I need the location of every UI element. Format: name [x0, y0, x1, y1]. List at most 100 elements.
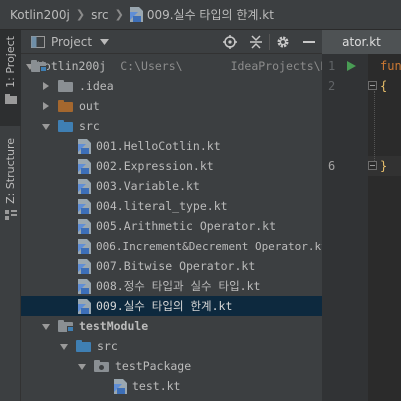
tree-module-label: testModule — [79, 319, 149, 333]
expanded-arrow-icon[interactable] — [41, 321, 51, 331]
fold-marker-icon[interactable] — [368, 81, 377, 90]
tree-file-label: test.kt — [132, 379, 181, 393]
kotlin-file-icon — [78, 158, 91, 174]
package-icon — [94, 360, 109, 372]
kotlin-file-icon — [129, 7, 143, 22]
breadcrumb-separator-icon: ❯ — [75, 8, 86, 21]
line-number-label: 6 — [328, 159, 336, 173]
hide-icon — [303, 41, 315, 43]
line-number: 2 — [322, 76, 368, 96]
breadcrumb-item-file[interactable]: 009.실수 타입의 한계.kt — [129, 6, 274, 23]
structure-icon — [4, 209, 17, 220]
editor-tab-label: ator.kt — [342, 35, 381, 49]
tab-structure-label: Z: Structure — [4, 138, 17, 204]
tree-root-label: Kotlin200j — [37, 59, 107, 73]
module-folder-icon — [58, 320, 74, 332]
collapsed-arrow-icon[interactable] — [41, 101, 51, 111]
tree-file-label: 001.HelloCotlin.kt — [96, 139, 221, 153]
tree-out-label: out — [79, 99, 100, 113]
expanded-arrow-icon[interactable] — [41, 121, 51, 131]
settings-button[interactable] — [270, 30, 296, 54]
breadcrumb-file-label: 009.실수 타입의 한계.kt — [146, 8, 274, 22]
tree-src-label: src — [79, 119, 100, 133]
tree-file-label: 002.Expression.kt — [96, 159, 214, 173]
project-view-selector[interactable]: Project — [31, 34, 110, 49]
collapse-icon — [250, 35, 262, 49]
tree-node-testmodule[interactable]: testModule — [21, 316, 322, 336]
tree-file-row[interactable]: 007.Bitwise Operator.kt — [21, 256, 322, 276]
gear-icon — [277, 36, 289, 48]
tree-node-module-src[interactable]: src — [21, 336, 322, 356]
project-panel-icon — [31, 35, 45, 48]
tree-file-row[interactable]: 008.정수 타입과 실수 타입.kt — [21, 276, 322, 296]
tree-file-row[interactable]: test.kt — [21, 376, 322, 396]
kotlin-file-icon — [78, 278, 91, 294]
editor-tab-active[interactable]: ator.kt — [322, 30, 401, 54]
tree-idea-label: .idea — [79, 79, 114, 93]
project-panel-title: Project — [51, 34, 93, 49]
breadcrumb-item-project[interactable]: Kotlin200j — [10, 8, 70, 22]
tree-file-label: 003.Variable.kt — [96, 179, 200, 193]
project-tree: Kotlin200j C:\Users\ IdeaProjects\Kot .i… — [21, 54, 322, 401]
collapsed-arrow-icon[interactable] — [41, 81, 51, 91]
chevron-down-icon — [100, 38, 110, 45]
tab-structure[interactable]: Z: Structure — [0, 134, 21, 244]
indent-guide — [374, 91, 375, 161]
kotlin-file-icon — [78, 138, 91, 154]
tree-file-row[interactable]: 005.Arithmetic Operator.kt — [21, 216, 322, 236]
tree-node-out[interactable]: out — [21, 96, 322, 116]
fold-marker-icon[interactable] — [368, 161, 377, 170]
kotlin-file-icon — [78, 298, 91, 314]
tree-file-row[interactable]: 001.HelloCotlin.kt — [21, 136, 322, 156]
tree-file-row[interactable]: 003.Variable.kt — [21, 176, 322, 196]
editor-gutter: 1 2 6 — [322, 54, 368, 401]
line-number-label: 2 — [328, 79, 336, 93]
tree-file-label: 007.Bitwise Operator.kt — [96, 259, 256, 273]
folder-icon — [58, 80, 73, 92]
folder-icon — [4, 93, 17, 104]
tree-file-label: 005.Arithmetic Operator.kt — [96, 219, 277, 233]
line-number: 6 — [322, 156, 368, 176]
kotlin-file-icon — [78, 178, 91, 194]
tool-window-strip: 1: Project Z: Structure — [0, 30, 21, 401]
project-panel-header: Project — [21, 30, 322, 54]
hide-panel-button[interactable] — [296, 30, 322, 54]
code-line: fun — [380, 59, 401, 73]
tree-node-package[interactable]: testPackage — [21, 356, 322, 376]
source-folder-icon — [76, 340, 91, 352]
locate-button[interactable] — [217, 30, 243, 54]
kotlin-file-icon — [78, 218, 91, 234]
source-folder-icon — [58, 120, 73, 132]
tab-project-label: 1: Project — [4, 36, 17, 88]
line-number: 1 — [322, 56, 368, 76]
kotlin-file-icon — [78, 258, 91, 274]
locate-icon — [223, 35, 237, 49]
tree-root-path: C:\Users\ — [120, 59, 183, 73]
expanded-arrow-icon[interactable] — [77, 361, 87, 371]
tree-package-label: testPackage — [115, 359, 192, 373]
kotlin-file-icon — [78, 198, 91, 214]
tree-node-idea[interactable]: .idea — [21, 76, 322, 96]
code-editor[interactable]: fun { } — [368, 54, 401, 401]
tree-file-row[interactable]: 006.Increment&Decrement Operator.kt — [21, 236, 322, 256]
tree-node-src[interactable]: src — [21, 116, 322, 136]
excluded-folder-icon — [58, 100, 73, 112]
tree-file-row[interactable]: 004.literal_type.kt — [21, 196, 322, 216]
line-number-label: 1 — [328, 59, 336, 73]
tab-project[interactable]: 1: Project — [0, 30, 21, 126]
kotlin-file-icon — [114, 378, 127, 394]
run-icon[interactable] — [347, 61, 357, 71]
breadcrumb-item-src[interactable]: src — [91, 8, 109, 22]
tree-node-root[interactable]: Kotlin200j C:\Users\ IdeaProjects\Kot — [21, 56, 322, 76]
tree-file-row-selected[interactable]: 009.실수 타입의 한계.kt — [21, 296, 322, 316]
collapse-all-button[interactable] — [243, 30, 269, 54]
kotlin-file-icon — [78, 238, 91, 254]
tree-file-label: 008.정수 타입과 실수 타입.kt — [96, 279, 261, 293]
tree-file-row[interactable]: 002.Expression.kt — [21, 156, 322, 176]
expanded-arrow-icon[interactable] — [59, 341, 69, 351]
tree-file-label: 004.literal_type.kt — [96, 199, 228, 213]
tree-file-label: 006.Increment&Decrement Operator.kt — [96, 239, 322, 253]
breadcrumb-separator-icon: ❯ — [114, 8, 124, 21]
tree-module-src-label: src — [97, 339, 118, 353]
tree-root-path-end: IdeaProjects\Kot — [230, 59, 322, 73]
